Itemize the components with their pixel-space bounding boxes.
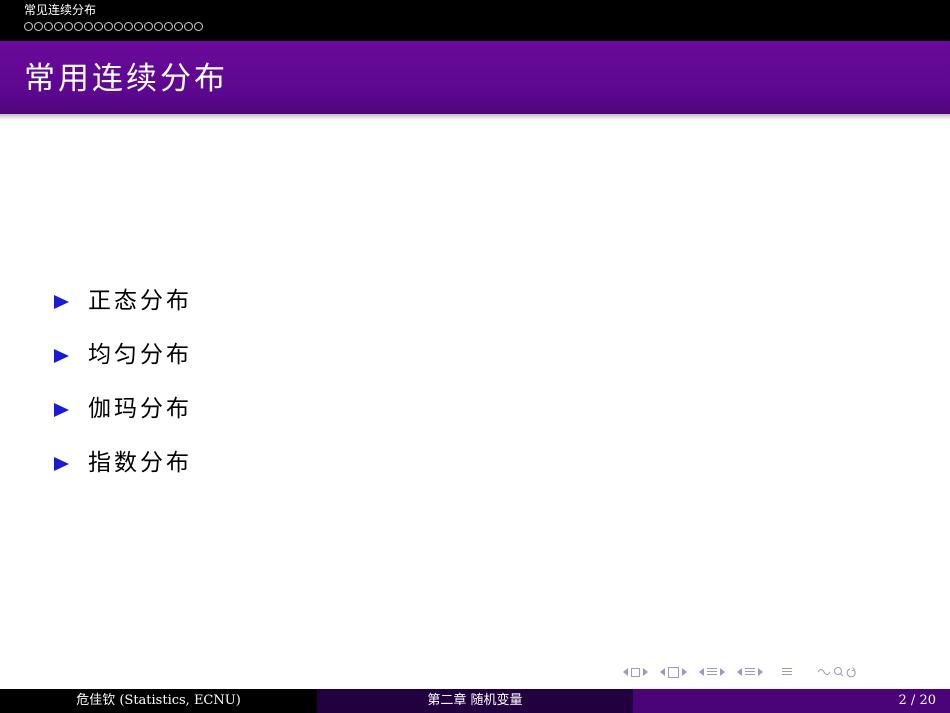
slide-dot[interactable] xyxy=(184,22,193,31)
title-shadow xyxy=(0,114,950,120)
slide-dot[interactable] xyxy=(114,22,123,31)
list-item-label: 正态分布 xyxy=(88,288,192,314)
list-item-label: 均匀分布 xyxy=(88,342,192,368)
footer-chapter: 第二章 随机变量 xyxy=(317,689,633,713)
section-next-icon[interactable] xyxy=(720,668,725,676)
slide-dot[interactable] xyxy=(74,22,83,31)
section-icon[interactable] xyxy=(745,667,755,677)
list-item-label: 伽玛分布 xyxy=(88,396,192,422)
slide-dot[interactable] xyxy=(164,22,173,31)
subsection-nav xyxy=(657,666,690,678)
slide-dot[interactable] xyxy=(134,22,143,31)
footer-author: 危佳钦 (Statistics, ECNU) xyxy=(0,689,317,713)
section-nav-2 xyxy=(734,667,766,677)
frame-icon[interactable] xyxy=(631,667,640,677)
slide-navigation-dots xyxy=(24,22,204,31)
subsection-prev-icon[interactable] xyxy=(660,668,665,676)
slide-dot[interactable] xyxy=(94,22,103,31)
frame-prev-icon[interactable] xyxy=(623,668,628,676)
section-prev-icon[interactable] xyxy=(737,668,742,676)
appendix-icon[interactable] xyxy=(782,667,792,677)
section-title[interactable]: 常见连续分布 xyxy=(24,3,96,17)
subsection-icon[interactable] xyxy=(668,666,679,678)
beamer-navigation-symbols xyxy=(620,666,864,678)
triangle-bullet-icon xyxy=(54,349,69,363)
triangle-bullet-icon xyxy=(54,403,69,417)
appendix-nav xyxy=(782,667,792,677)
search-icon[interactable] xyxy=(816,666,858,678)
footer-bar: 危佳钦 (Statistics, ECNU) 第二章 随机变量 2 / 20 xyxy=(0,689,950,713)
section-icon[interactable] xyxy=(707,667,717,677)
frame-nav xyxy=(620,667,651,677)
frame-title: 常用连续分布 xyxy=(24,61,228,97)
slide-dot[interactable] xyxy=(154,22,163,31)
section-prev-icon[interactable] xyxy=(699,668,704,676)
triangle-bullet-icon xyxy=(54,457,69,471)
slide-dot[interactable] xyxy=(174,22,183,31)
section-next-icon[interactable] xyxy=(758,668,763,676)
list-item-label: 指数分布 xyxy=(88,450,192,476)
slide-dot[interactable] xyxy=(124,22,133,31)
subsection-next-icon[interactable] xyxy=(682,668,687,676)
slide-dot[interactable] xyxy=(104,22,113,31)
slide-dot[interactable] xyxy=(24,22,33,31)
section-nav-1 xyxy=(696,667,728,677)
frame-next-icon[interactable] xyxy=(643,668,648,676)
slide-dot[interactable] xyxy=(144,22,153,31)
slide-dot[interactable] xyxy=(194,22,203,31)
search-nav xyxy=(816,666,858,678)
frame-title-bar: 常用连续分布 xyxy=(0,41,950,114)
header-bar: 常见连续分布 xyxy=(0,0,950,41)
slide-dot[interactable] xyxy=(84,22,93,31)
page-number: 2 / 20 xyxy=(633,689,950,713)
slide-dot[interactable] xyxy=(54,22,63,31)
slide-dot[interactable] xyxy=(34,22,43,31)
triangle-bullet-icon xyxy=(54,295,69,309)
slide-dot[interactable] xyxy=(44,22,53,31)
slide-dot[interactable] xyxy=(64,22,73,31)
